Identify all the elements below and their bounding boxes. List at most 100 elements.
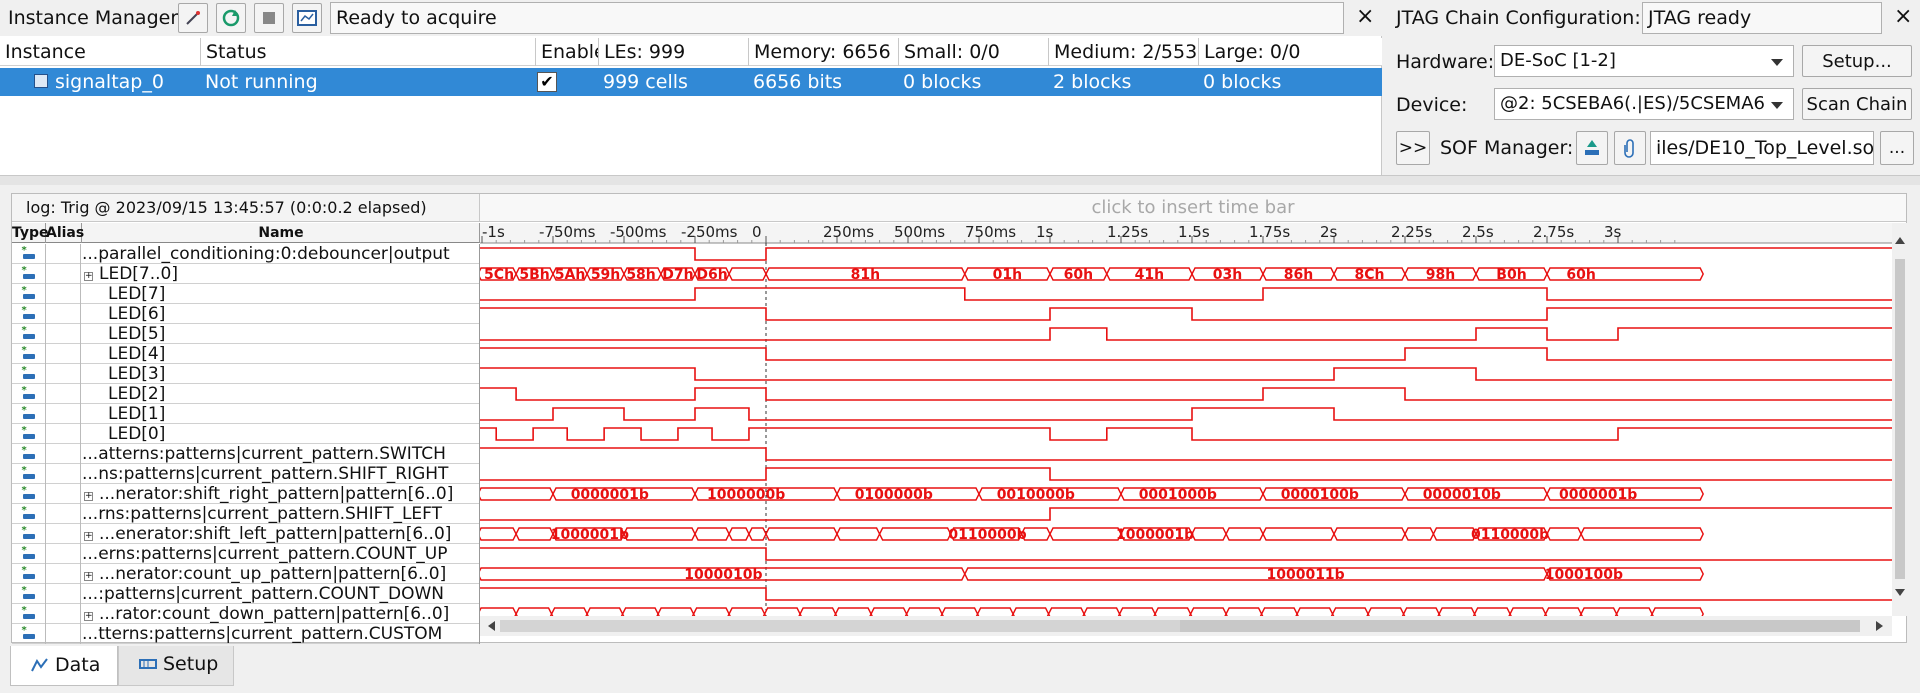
col-memory[interactable]: Memory: 6656 [749, 38, 899, 66]
col-type[interactable]: Type [12, 223, 49, 243]
signal-row[interactable]: * ...:patterns|current_pattern.COUNT_DOWN [12, 584, 479, 604]
expand-icon[interactable]: + [84, 492, 93, 501]
expand-button[interactable]: >> [1396, 131, 1430, 165]
bus-segment [694, 527, 730, 541]
instance-status: Not running [205, 71, 318, 93]
ruler-tick-label: 3s [1604, 223, 1622, 241]
browse-sof-button[interactable]: ... [1880, 131, 1914, 165]
scroll-down-icon[interactable] [1895, 589, 1905, 596]
col-large[interactable]: Large: 0/0 [1199, 38, 1382, 66]
vertical-scrollbar[interactable] [1892, 223, 1908, 616]
hardware-value: DE-SoC [1-2] [1500, 50, 1616, 71]
instance-manager-panel: Instance Manager: Ready to acquire × Ins… [0, 0, 1382, 175]
ruler-tick-label: 1.5s [1178, 223, 1210, 241]
col-alias[interactable]: Alias [46, 223, 84, 243]
col-status[interactable]: Status [201, 38, 536, 66]
bus-value-label: 1000011b [1266, 567, 1344, 583]
signal-row[interactable]: * LED[6] [12, 304, 479, 324]
expand-icon[interactable]: + [84, 272, 93, 281]
scroll-right-icon[interactable] [1876, 621, 1883, 631]
bus-segment [1509, 607, 1547, 616]
signal-row[interactable]: * ...rns:patterns|current_pattern.SHIFT_L… [12, 504, 479, 524]
close-jtag-icon[interactable]: × [1894, 4, 1912, 30]
signal-row[interactable]: * + ...nerator:shift_right_pattern|pattern… [12, 484, 479, 504]
bus-segment [1473, 607, 1511, 616]
col-medium[interactable]: Medium: 2/553 [1049, 38, 1199, 66]
signal-alias-cell [46, 584, 81, 604]
bus-segment [1580, 607, 1618, 616]
signal-row[interactable]: * ...parallel_conditioning:0:debouncer|ou… [12, 244, 479, 264]
bus-segment [1404, 527, 1435, 541]
hardware-select[interactable]: DE-SoC [1-2] [1494, 45, 1794, 77]
scroll-thumb[interactable] [1895, 259, 1905, 579]
signal-row[interactable]: * LED[2] [12, 384, 479, 404]
waveform-canvas[interactable]: -1s -750ms -500ms -250ms 0 250ms 500ms 750ms 1s 1… [480, 223, 1892, 616]
signal-type-icon: * [12, 424, 46, 444]
h-scroll-thumb[interactable] [1180, 620, 1860, 632]
bus-value-label: 0110000b [948, 527, 1026, 543]
time-bar-area[interactable]: click to insert time bar [480, 194, 1906, 222]
instance-row-signaltap[interactable]: signaltap_0 Not running ✔ 999 cells 6656… [0, 68, 1382, 96]
close-instance-manager-icon[interactable]: × [1356, 4, 1374, 30]
col-name[interactable]: Name [82, 223, 480, 243]
ruler-tick-label: 2s [1320, 223, 1338, 241]
program-device-button[interactable] [1576, 131, 1608, 165]
bus-segment [1083, 607, 1121, 616]
signal-row[interactable]: * LED[4] [12, 344, 479, 364]
ruler-tick-label: 1s [1036, 223, 1054, 241]
signal-row[interactable]: * LED[0] [12, 424, 479, 444]
signal-row[interactable]: * + LED[7..0] [12, 264, 479, 284]
scroll-up-icon[interactable] [1895, 237, 1905, 244]
signal-row[interactable]: * LED[7] [12, 284, 479, 304]
signal-row[interactable]: * LED[3] [12, 364, 479, 384]
col-les[interactable]: LEs: 999 [599, 38, 749, 66]
horizontal-scrollbar[interactable] [480, 616, 1892, 636]
waveform-panel: log: Trig @ 2023/09/15 13:45:57 (0:0:0.2… [11, 193, 1908, 644]
signal-row[interactable]: * LED[1] [12, 404, 479, 424]
tab-setup[interactable]: Setup [118, 646, 234, 686]
signal-type-icon: * [12, 484, 46, 504]
signal-name: ...:patterns|current_pattern.COUNT_DOWN [82, 584, 444, 604]
bus-value-label: 41h [1135, 267, 1164, 283]
expand-icon[interactable]: + [84, 572, 93, 581]
scroll-left-icon[interactable] [488, 621, 495, 631]
signal-alias-cell [46, 284, 81, 304]
bus-segment [1191, 527, 1227, 541]
run-analysis-button[interactable] [216, 3, 246, 33]
signal-row[interactable]: * LED[5] [12, 324, 479, 344]
signal-row[interactable]: * ...atterns:patterns|current_pattern.SWI… [12, 444, 479, 464]
tab-data[interactable]: Data [10, 646, 118, 686]
col-instance[interactable]: Instance [0, 38, 201, 66]
device-select[interactable]: @2: 5CSEBA6(.|ES)/5CSEMA6 [1494, 88, 1794, 120]
attach-sof-button[interactable] [1614, 131, 1646, 165]
signal-name: LED[7] [108, 284, 166, 304]
signal-row[interactable]: * + ...rator:count_down_pattern|pattern[6.… [12, 604, 479, 624]
signal-row[interactable]: * ...erns:patterns|current_pattern.COUNT_… [12, 544, 479, 564]
signal-alias-cell [46, 344, 81, 364]
bus-segment [1615, 607, 1653, 616]
read-data-button[interactable] [292, 3, 322, 33]
scan-chain-button[interactable]: Scan Chain [1802, 88, 1912, 120]
col-enable[interactable]: Enable [536, 38, 599, 66]
splitter-handle[interactable] [0, 175, 1920, 185]
magic-wand-icon [186, 11, 200, 25]
signal-type-icon: * [12, 284, 46, 304]
bus-segment [621, 607, 659, 616]
signal-row[interactable]: * ...ns:patterns|current_pattern.SHIFT_RI… [12, 464, 479, 484]
ruler-tick-label: -250ms [681, 223, 738, 241]
signal-row[interactable]: * + ...enerator:shift_left_pattern|pattern… [12, 524, 479, 544]
sof-file-field[interactable]: iles/DE10_Top_Level.sof [1650, 131, 1874, 165]
expand-icon[interactable]: + [84, 612, 93, 621]
signal-row[interactable]: * + ...nerator:count_up_pattern|pattern[6.… [12, 564, 479, 584]
time-bar-hint: click to insert time bar [1091, 197, 1295, 218]
expand-icon[interactable]: + [84, 532, 93, 541]
bus-value-label: 0000010b [1423, 487, 1501, 503]
autorun-button[interactable] [178, 3, 208, 33]
signal-row[interactable]: * ...tterns:patterns|current_pattern.CUST… [12, 624, 479, 644]
signal-alias-cell [46, 304, 81, 324]
stop-button[interactable] [254, 3, 284, 33]
enable-checkbox[interactable]: ✔ [537, 72, 557, 92]
col-small[interactable]: Small: 0/0 [899, 38, 1049, 66]
setup-button[interactable]: Setup... [1802, 45, 1912, 77]
bus-segment [1651, 607, 1704, 616]
